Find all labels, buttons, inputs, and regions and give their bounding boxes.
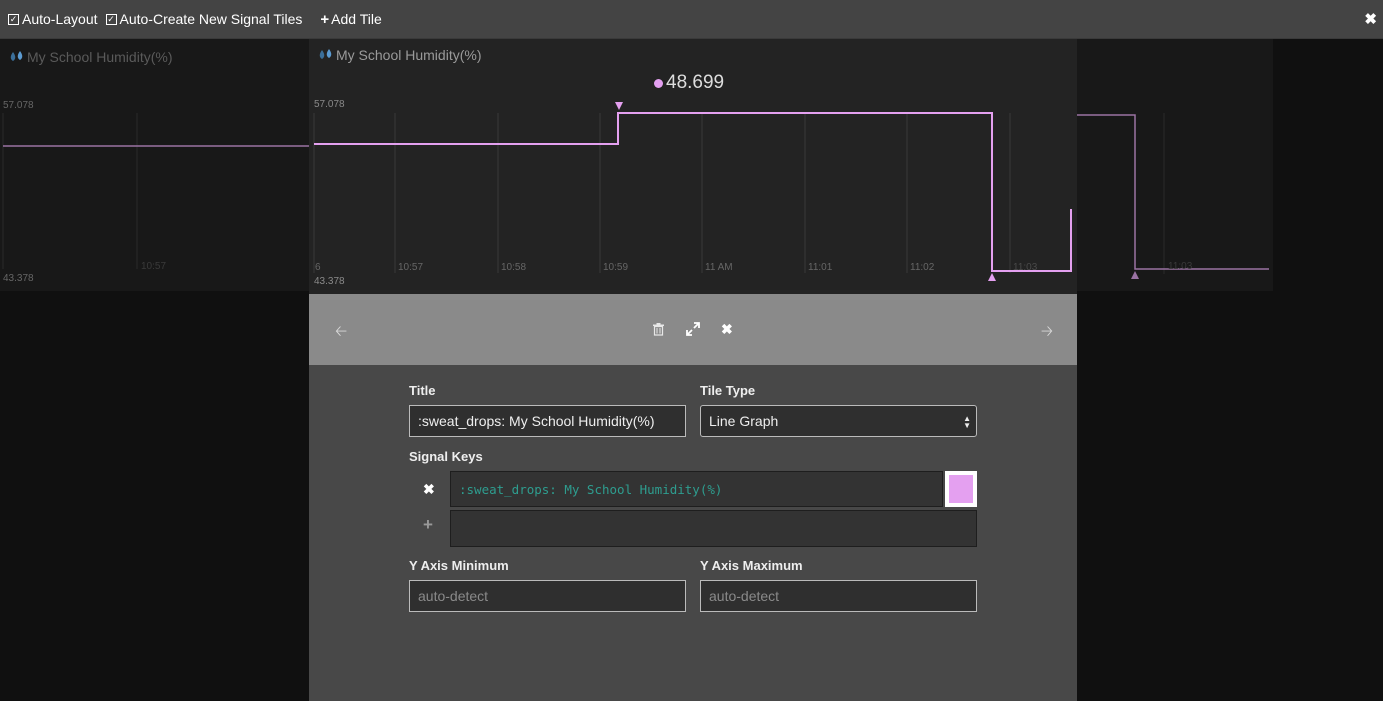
y-max-placeholder: auto-detect	[709, 588, 780, 604]
add-signal-icon[interactable]: +	[423, 515, 433, 535]
tile-main[interactable]: My School Humidity(%) 48.699 57.078 43.3…	[309, 39, 1077, 294]
min-marker-icon	[988, 273, 996, 281]
x-tick-label: 10:58	[501, 262, 527, 273]
arrow-right-icon[interactable]: 🡢	[1041, 321, 1053, 346]
close-icon[interactable]: ✖	[1364, 10, 1377, 28]
max-marker-icon	[615, 102, 623, 110]
x-tick-label: 11:03	[1168, 261, 1193, 272]
checkbox-checked-icon[interactable]: ✓	[105, 13, 117, 25]
y-min-label: Y Axis Minimum	[409, 558, 509, 573]
select-arrows-icon: ▲ ▼	[963, 414, 971, 430]
tile-type-select[interactable]: Line Graph ▲ ▼	[700, 405, 977, 437]
tile-editor-panel: Title :sweat_drops: My School Humidity(%…	[309, 365, 1077, 701]
trash-icon[interactable]	[653, 323, 664, 336]
tile-left-chart	[2, 113, 309, 269]
title-input-value: :sweat_drops: My School Humidity(%)	[418, 413, 655, 429]
add-tile-button[interactable]: + Add Tile	[320, 11, 381, 28]
close-icon[interactable]: ✖	[721, 321, 733, 338]
signal-key-value: :sweat_drops: My School Humidity(%)	[459, 481, 723, 497]
expand-icon[interactable]	[686, 322, 700, 336]
x-tick-label: 6	[315, 262, 321, 273]
y-min-input[interactable]: auto-detect	[409, 580, 686, 612]
tile-right[interactable]: 11:03	[1077, 39, 1273, 291]
x-tick-label: 11 AM	[705, 262, 733, 273]
y-min-placeholder: auto-detect	[418, 588, 489, 604]
series-color-picker[interactable]	[945, 471, 977, 507]
color-swatch	[949, 475, 973, 503]
plus-icon: +	[320, 10, 330, 28]
checkbox-checked-icon[interactable]: ✓	[8, 13, 19, 25]
title-input[interactable]: :sweat_drops: My School Humidity(%)	[409, 405, 686, 437]
top-toolbar: ✓ Auto-Layout ✓ Auto-Create New Signal T…	[0, 0, 1383, 39]
x-tick-label: 10:59	[603, 262, 629, 273]
y-max-input[interactable]: auto-detect	[700, 580, 977, 612]
title-label: Title	[409, 383, 436, 398]
y-max-label: Y Axis Maximum	[700, 558, 803, 573]
signal-key-input[interactable]: :sweat_drops: My School Humidity(%)	[450, 471, 943, 507]
x-tick-label: 10:57	[141, 261, 167, 272]
main-chart	[313, 102, 1072, 281]
new-signal-key-input[interactable]	[450, 510, 977, 547]
auto-layout-toggle[interactable]: ✓ Auto-Layout	[8, 11, 98, 27]
x-tick-label: 11:03	[1013, 262, 1038, 273]
add-tile-label: Add Tile	[331, 11, 382, 27]
x-tick-label: 11:02	[910, 262, 935, 273]
tile-editor-toolbar: 🡠 ✖ 🡢	[309, 294, 1077, 365]
auto-layout-label: Auto-Layout	[22, 11, 98, 27]
x-tick-label: 11:01	[808, 262, 833, 273]
auto-create-label: Auto-Create New Signal Tiles	[119, 11, 303, 27]
tile-right-chart	[1077, 113, 1269, 279]
arrow-left-icon[interactable]: 🡠	[335, 321, 347, 346]
x-tick-label: 10:57	[398, 262, 424, 273]
tile-type-value: Line Graph	[709, 413, 779, 429]
auto-create-tiles-toggle[interactable]: ✓ Auto-Create New Signal Tiles	[105, 11, 303, 27]
remove-signal-icon[interactable]: ✖	[423, 481, 435, 498]
signal-keys-label: Signal Keys	[409, 449, 483, 464]
tile-left[interactable]: My School Humidity(%) 57.078 43.378 10:5…	[0, 39, 309, 291]
tile-type-label: Tile Type	[700, 383, 756, 398]
